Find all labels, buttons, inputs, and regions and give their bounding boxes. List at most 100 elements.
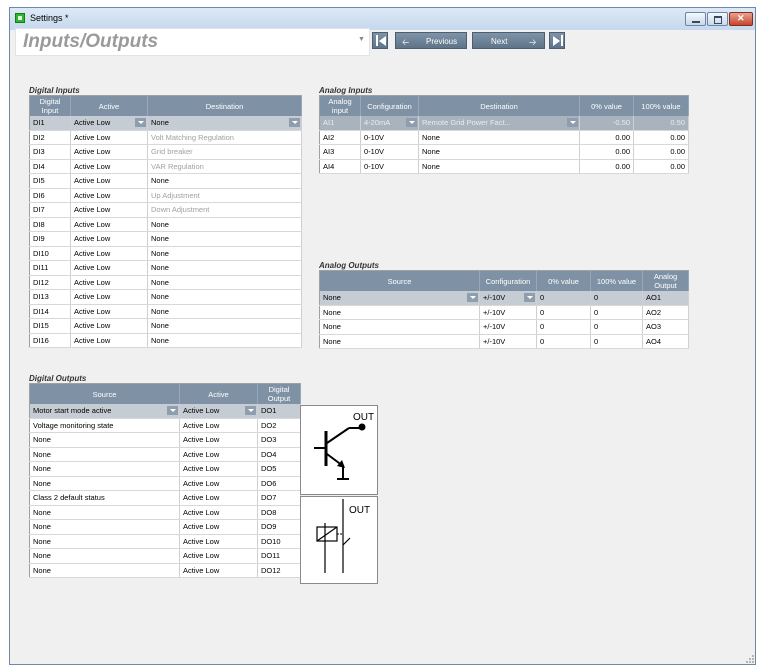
source-select[interactable]: None [29,519,180,535]
table-row[interactable]: DI9 Active Low None [29,231,302,247]
header-destination[interactable]: Destination [147,95,302,116]
source-select[interactable]: Motor start mode active [29,404,180,419]
active-select[interactable]: Active Low [179,461,258,477]
table-row[interactable]: AI1 4-20mA Remote Grid Power Fact... -0.50 0… [319,116,689,131]
active-select[interactable]: Active Low [70,289,148,305]
active-select[interactable]: Active Low [179,490,258,506]
header-source[interactable]: Source [319,270,480,291]
destination-select[interactable]: None [147,116,302,131]
active-select[interactable]: Active Low [70,231,148,247]
zero-value-cell[interactable]: -0.50 [579,116,634,131]
dropdown-arrow-icon[interactable] [467,293,478,302]
source-select[interactable]: None [29,461,180,477]
table-row[interactable]: None Active Low DO12 [29,563,301,578]
next-button[interactable]: Next 🡢 [472,32,545,49]
table-row[interactable]: DI14 Active Low None [29,304,302,319]
destination-select[interactable]: None [147,333,302,348]
destination-select[interactable]: None [418,144,580,160]
hundred-value-cell[interactable]: 0.00 [633,144,689,160]
header-source[interactable]: Source [29,383,180,404]
header-zero-value[interactable]: 0% value [536,270,591,291]
active-select[interactable]: Active Low [70,130,148,145]
source-select[interactable]: None [319,305,480,320]
dropdown-arrow-icon[interactable] [135,118,146,127]
destination-select[interactable]: Down Adjustment [147,202,302,218]
zero-value-cell[interactable]: 0 [536,305,591,320]
source-select[interactable]: None [319,291,480,306]
header-analog-input[interactable]: Analog input [319,95,361,116]
configuration-select[interactable]: +/-10V [479,319,537,335]
dropdown-arrow-icon[interactable] [167,406,178,415]
active-select[interactable]: Active Low [179,563,258,578]
active-select[interactable]: Active Low [70,318,148,334]
table-row[interactable]: DI16 Active Low None [29,333,302,348]
table-row[interactable]: DI7 Active Low Down Adjustment [29,202,302,218]
dropdown-arrow-icon[interactable] [567,118,578,127]
configuration-select[interactable]: 0-10V [360,130,419,145]
table-row[interactable]: DI11 Active Low None [29,260,302,276]
active-select[interactable]: Active Low [179,505,258,520]
active-select[interactable]: Active Low [70,217,148,232]
dropdown-arrow-icon[interactable] [524,293,535,302]
destination-select[interactable]: None [147,217,302,232]
active-select[interactable]: Active Low [70,188,148,203]
dropdown-arrow-icon[interactable] [245,406,256,415]
hundred-value-cell[interactable]: 0 [590,305,643,320]
header-destination[interactable]: Destination [418,95,580,116]
source-select[interactable]: None [29,548,180,564]
page-dropdown-arrow-icon[interactable]: ▼ [358,36,365,46]
destination-select[interactable]: None [147,260,302,276]
header-hundred-value[interactable]: 100% value [633,95,689,116]
header-configuration[interactable]: Configuration [360,95,419,116]
table-row[interactable]: None Active Low DO8 [29,505,301,520]
active-select[interactable]: Active Low [70,116,148,131]
source-select[interactable]: None [29,476,180,491]
table-row[interactable]: None +/-10V 0 0 AO3 [319,319,689,335]
maximize-button[interactable] [707,12,728,26]
zero-value-cell[interactable]: 0.00 [579,159,634,174]
table-row[interactable]: None Active Low DO10 [29,534,301,549]
source-select[interactable]: None [29,534,180,549]
table-row[interactable]: DI15 Active Low None [29,318,302,334]
active-select[interactable]: Active Low [179,534,258,549]
hundred-value-cell[interactable]: 0 [590,291,643,306]
header-active[interactable]: Active [70,95,148,116]
table-row[interactable]: DI4 Active Low VAR Regulation [29,159,302,174]
table-row[interactable]: None Active Low DO3 [29,432,301,448]
last-page-button[interactable] [549,32,565,49]
header-active[interactable]: Active [179,383,258,404]
zero-value-cell[interactable]: 0 [536,319,591,335]
source-select[interactable]: None [319,319,480,335]
table-row[interactable]: DI5 Active Low None [29,173,302,189]
configuration-select[interactable]: 0-10V [360,144,419,160]
table-row[interactable]: None Active Low DO6 [29,476,301,491]
configuration-select[interactable]: 0-10V [360,159,419,174]
header-configuration[interactable]: Configuration [479,270,537,291]
active-select[interactable]: Active Low [70,246,148,261]
destination-select[interactable]: None [147,275,302,290]
table-row[interactable]: DI3 Active Low Grid breaker [29,144,302,160]
table-row[interactable]: DI2 Active Low Volt Matching Regulation [29,130,302,145]
active-select[interactable]: Active Low [179,418,258,433]
table-row[interactable]: None Active Low DO4 [29,447,301,462]
source-select[interactable]: Class 2 default status [29,490,180,506]
table-row[interactable]: Motor start mode active Active Low DO1 [29,404,301,419]
active-select[interactable]: Active Low [70,202,148,218]
configuration-select[interactable]: 4-20mA [360,116,419,131]
active-select[interactable]: Active Low [70,159,148,174]
hundred-value-cell[interactable]: 0 [590,319,643,335]
destination-select[interactable]: Remote Grid Power Fact... [418,116,580,131]
table-row[interactable]: None +/-10V 0 0 AO4 [319,334,689,349]
active-select[interactable]: Active Low [70,275,148,290]
hundred-value-cell[interactable]: 0.00 [633,130,689,145]
active-select[interactable]: Active Low [70,260,148,276]
destination-select[interactable]: Up Adjustment [147,188,302,203]
table-row[interactable]: Voltage monitoring state Active Low DO2 [29,418,301,433]
table-row[interactable]: None +/-10V 0 0 AO2 [319,305,689,320]
resize-grip-icon[interactable] [746,655,754,663]
table-row[interactable]: AI3 0-10V None 0.00 0.00 [319,144,689,160]
configuration-select[interactable]: +/-10V [479,334,537,349]
active-select[interactable]: Active Low [179,404,258,419]
table-row[interactable]: DI6 Active Low Up Adjustment [29,188,302,203]
destination-select[interactable]: None [147,289,302,305]
